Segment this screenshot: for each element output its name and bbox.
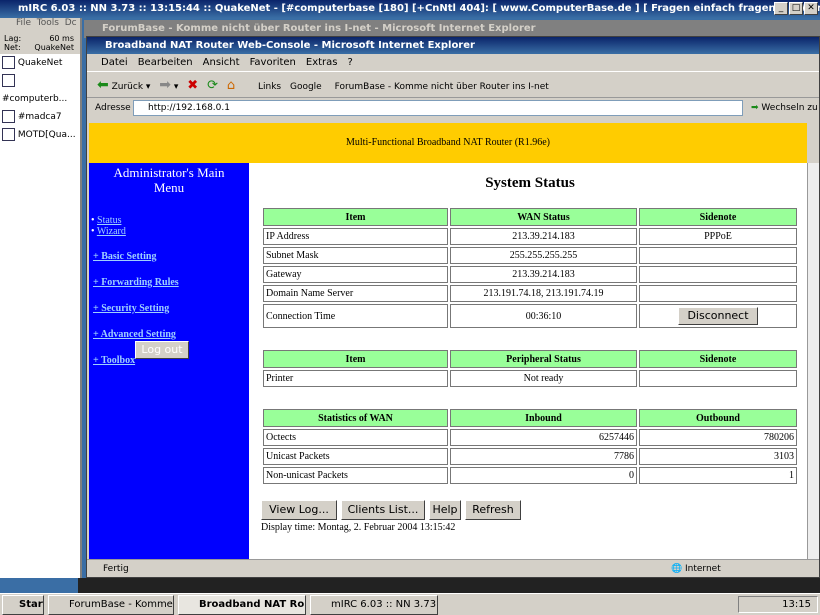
start-button[interactable]: Start <box>2 595 44 615</box>
tree-item-quakenet[interactable]: QuakeNet <box>2 54 80 72</box>
address-bar: Adresse http://192.168.0.1 ➡ Wechseln zu <box>87 98 819 118</box>
ie-titlebar: Broadband NAT Router Web-Console - Micro… <box>87 37 819 54</box>
status-text: Fertig <box>103 564 129 574</box>
ie-menubar: Datei Bearbeiten Ansicht Favoriten Extras? <box>87 54 819 72</box>
home-icon[interactable]: ⌂ <box>227 78 235 93</box>
lag-label: Lag: <box>4 34 22 43</box>
table-row: Gateway 213.39.214.183 <box>263 266 797 283</box>
back-icon[interactable]: ⬅ <box>97 77 109 93</box>
display-time: Display time: Montag, 2. Februar 2004 13… <box>261 522 456 533</box>
channel-icon <box>2 74 15 87</box>
ie-title: Broadband NAT Router Web-Console - Micro… <box>105 40 475 51</box>
table-row: Unicast Packets 7786 3103 <box>263 448 797 465</box>
server-icon <box>2 56 15 69</box>
sidebar: Administrator's Main Menu • Status • Wiz… <box>89 163 249 559</box>
table-row: Connection Time 00:36:10 Disconnect <box>263 304 797 328</box>
taskbar-item-mirc[interactable]: mIRC 6.03 :: NN 3.73 :: ... <box>310 595 438 615</box>
zone-text: Internet <box>685 564 721 574</box>
nav-forwarding-rules[interactable]: + Forwarding Rules <box>93 277 249 288</box>
vertical-scrollbar[interactable] <box>807 163 819 559</box>
page-title: System Status <box>485 175 575 191</box>
nav-advanced-setting[interactable]: + Advanced Setting <box>93 329 249 340</box>
table-row: Domain Name Server 213.191.74.18, 213.191… <box>263 285 797 302</box>
maximize-icon[interactable]: □ <box>789 2 803 15</box>
view-log-button[interactable]: View Log... <box>261 500 337 520</box>
nav-basic-setting[interactable]: + Basic Setting <box>93 251 249 262</box>
peripheral-table: Item Peripheral Status Sidenote Printer Not… <box>261 348 799 389</box>
address-label: Adresse <box>95 103 131 113</box>
mirc-title: mIRC 6.03 :: NN 3.73 :: 13:15:44 :: Quak… <box>18 3 820 14</box>
desktop-strip <box>78 578 820 593</box>
ie-statusbar: Fertig 🌐 Internet <box>87 559 819 577</box>
stop-icon[interactable]: ✖ <box>187 78 198 93</box>
refresh-icon[interactable]: ⟳ <box>207 78 218 93</box>
router-header: Multi-Functional Broadband NAT Router (R… <box>89 123 807 163</box>
close-icon[interactable]: ✕ <box>804 2 818 15</box>
table-row: Octects 6257446 780206 <box>263 429 797 446</box>
net-label: Net: <box>4 43 21 52</box>
tree-item-computerbase[interactable]: #computerb... <box>2 72 80 108</box>
nav-security-setting[interactable]: + Security Setting <box>93 303 249 314</box>
menu-help[interactable]: ? <box>348 57 353 68</box>
disconnect-button[interactable]: Disconnect <box>678 307 758 325</box>
ie-window: Broadband NAT Router Web-Console - Micro… <box>86 36 820 578</box>
table-row: Printer Not ready <box>263 370 797 387</box>
menu-ansicht[interactable]: Ansicht <box>203 57 240 68</box>
tree-item-motd[interactable]: MOTD[Qua... <box>2 126 80 144</box>
refresh-button[interactable]: Refresh <box>465 500 521 520</box>
mirc-panel: File Tools Dc Lag: 60 ms Net: QuakeNet Qua… <box>0 18 82 578</box>
menu-tools[interactable]: Tools <box>37 18 59 28</box>
table-row: Subnet Mask 255.255.255.255 <box>263 247 797 264</box>
menu-bearbeiten[interactable]: Bearbeiten <box>138 57 193 68</box>
logout-button[interactable]: Log out <box>135 341 189 359</box>
minimize-icon[interactable]: _ <box>774 2 788 15</box>
globe-icon: 🌐 <box>671 564 683 574</box>
wan-table: Item WAN Status Sidenote IP Address 213.39.… <box>261 206 799 330</box>
clients-list-button[interactable]: Clients List... <box>341 500 425 520</box>
nav-wizard[interactable]: Wizard <box>97 226 126 237</box>
page-content: Multi-Functional Broadband NAT Router (R… <box>89 123 807 559</box>
menu-extras[interactable]: Extras <box>306 57 338 68</box>
table-row: Non-unicast Packets 0 1 <box>263 467 797 484</box>
channel-icon <box>2 110 15 123</box>
menu-dc[interactable]: Dc <box>65 18 77 28</box>
lag-value: 60 ms <box>49 34 74 43</box>
forward-icon[interactable]: ➡ <box>159 77 171 93</box>
address-input[interactable]: http://192.168.0.1 <box>133 100 743 116</box>
menu-datei[interactable]: Datei <box>101 57 128 68</box>
menu-favoriten[interactable]: Favoriten <box>250 57 296 68</box>
link-forum[interactable]: ForumBase - Komme nicht über Router ins … <box>335 82 549 92</box>
stats-table: Statistics of WAN Inbound Outbound Octects… <box>261 407 799 486</box>
action-buttons: View Log... Clients List... Help Refresh <box>261 500 799 520</box>
net-value: QuakeNet <box>34 43 74 52</box>
go-button[interactable]: ➡ Wechseln zu <box>751 98 818 118</box>
ie-toolbar: ⬅ Zurück ▾ ➡ ▾ ✖ ⟳ ⌂ Links Google ForumB… <box>87 72 819 98</box>
back-button[interactable]: Zurück <box>112 82 143 92</box>
menu-file[interactable]: File <box>16 18 31 28</box>
help-button[interactable]: Help <box>429 500 461 520</box>
tree-item-madca7[interactable]: #madca7 <box>2 108 80 126</box>
mirc-menubar: File Tools Dc <box>0 18 80 32</box>
table-row: IP Address 213.39.214.183 PPPoE <box>263 228 797 245</box>
link-google[interactable]: Google <box>290 82 322 92</box>
mirc-titlebar: mIRC 6.03 :: NN 3.73 :: 13:15:44 :: Quak… <box>0 0 820 18</box>
system-tray: 13:15 <box>738 596 818 613</box>
status-area: System Status Item WAN Status Sidenote IP … <box>261 163 799 533</box>
clock: 13:15 <box>782 599 811 610</box>
taskbar-item-router[interactable]: Broadband NAT Route... <box>178 595 306 615</box>
taskbar-item-forumbase[interactable]: ForumBase - Komme nich... <box>48 595 174 615</box>
window-icon <box>2 128 15 141</box>
nav-status[interactable]: Status <box>97 215 121 226</box>
sidebar-title: Administrator's Main Menu <box>113 165 225 195</box>
links-label: Links <box>257 82 282 92</box>
